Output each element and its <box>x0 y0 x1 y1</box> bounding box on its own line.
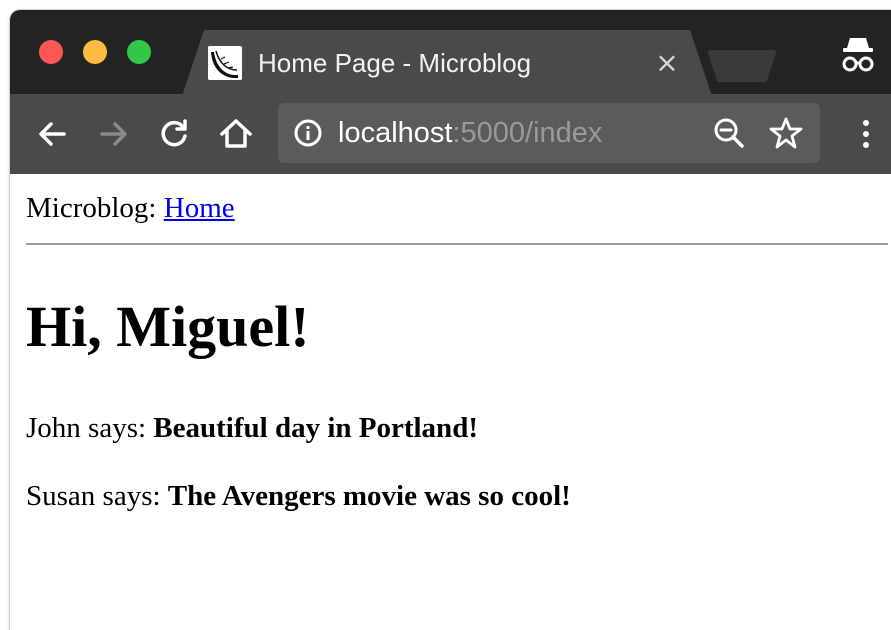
menu-dots-icon <box>863 120 869 148</box>
new-tab-button[interactable] <box>707 50 777 82</box>
arrow-right-icon <box>100 122 127 146</box>
url-text[interactable]: localhost:5000/index <box>338 103 602 163</box>
star-icon[interactable] <box>768 115 804 151</box>
zoom-icon[interactable] <box>711 115 747 151</box>
post-author: Susan says: <box>26 480 161 512</box>
site-nav: Microblog: Home <box>26 192 235 225</box>
back-button[interactable] <box>30 112 74 156</box>
browser-toolbar: localhost:5000/index <box>10 94 891 174</box>
post-author: John says: <box>26 412 147 444</box>
arrow-left-icon <box>39 122 66 146</box>
forward-button[interactable] <box>92 112 136 156</box>
brand-label: Microblog: <box>26 192 157 224</box>
url-host: localhost <box>338 117 453 149</box>
menu-button[interactable] <box>844 112 888 156</box>
post-body: Beautiful day in Portland! <box>153 412 478 444</box>
reload-icon <box>161 119 187 147</box>
close-window-button[interactable] <box>39 40 63 64</box>
incognito-icon <box>838 32 878 78</box>
home-icon <box>220 119 252 148</box>
info-icon[interactable] <box>292 117 324 149</box>
page-title: Hi, Miguel! <box>26 294 310 359</box>
tab-strip: Home Page - Microblog × <box>10 10 891 96</box>
tab-close-button[interactable]: × <box>650 46 684 80</box>
reload-button[interactable] <box>152 112 196 156</box>
nav-divider <box>26 243 888 245</box>
tab-title: Home Page - Microblog <box>258 48 532 78</box>
url-path: :5000/index <box>452 117 603 149</box>
page-content: Microblog: Home Hi, Miguel! John says: B… <box>10 174 891 630</box>
minimize-window-button[interactable] <box>83 40 107 64</box>
flask-icon <box>208 46 242 80</box>
post-item: Susan says: The Avengers movie was so co… <box>26 480 571 513</box>
home-button[interactable] <box>214 112 258 156</box>
post-body: The Avengers movie was so cool! <box>167 480 571 512</box>
home-link[interactable]: Home <box>164 192 235 224</box>
address-bar[interactable]: localhost:5000/index <box>278 103 820 163</box>
browser-window: Home Page - Microblog × localhost:5000/i… <box>10 10 891 630</box>
maximize-window-button[interactable] <box>127 40 151 64</box>
post-item: John says: Beautiful day in Portland! <box>26 412 478 445</box>
